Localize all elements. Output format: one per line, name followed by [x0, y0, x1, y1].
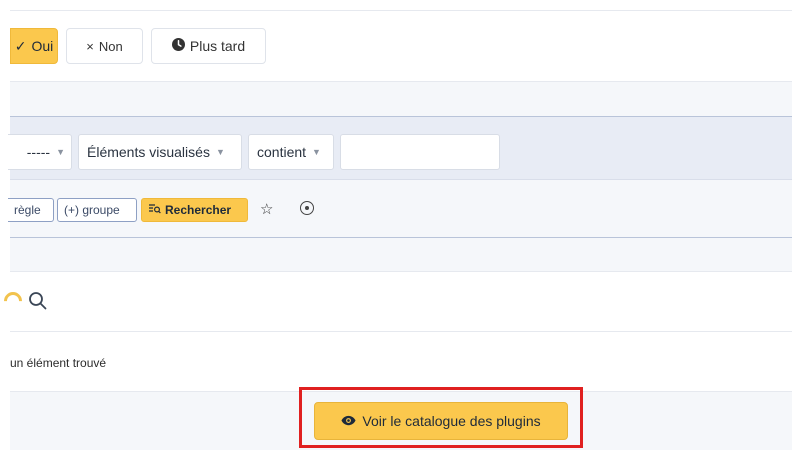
add-group-button[interactable]: (+) groupe [57, 198, 137, 222]
validation-bar: ✓ Oui × Non Plus tard [10, 10, 792, 82]
search-actions-bar: règle (+) groupe Rechercher ☆ [8, 180, 792, 238]
no-button[interactable]: × Non [66, 28, 143, 64]
field-select-value: Éléments visualisés [87, 144, 210, 160]
spacer [10, 82, 792, 116]
no-label: Non [98, 38, 123, 54]
later-button[interactable]: Plus tard [151, 28, 266, 64]
caret-down-icon: ▼ [56, 147, 65, 157]
view-plugin-catalog-button[interactable]: Voir le catalogue des plugins [314, 402, 568, 440]
yes-button[interactable]: ✓ Oui [10, 28, 58, 64]
field-select[interactable]: Éléments visualisés ▼ [78, 134, 242, 170]
search-icon[interactable] [28, 290, 48, 312]
caret-down-icon: ▼ [312, 147, 321, 157]
results-toolbar [0, 272, 792, 332]
clock-icon [171, 38, 185, 54]
search-list-icon [148, 203, 161, 218]
search-button[interactable]: Rechercher [141, 198, 248, 222]
results-count-row: un élément trouvé [10, 332, 792, 392]
caret-down-icon: ▼ [215, 147, 225, 157]
reset-target-icon[interactable] [300, 201, 314, 215]
search-button-label: Rechercher [165, 203, 232, 217]
results-count: un élément trouvé [10, 356, 107, 370]
logic-select[interactable]: ----- ▼ [8, 134, 72, 170]
yes-label: Oui [31, 38, 54, 54]
add-rule-button[interactable]: règle [8, 198, 54, 222]
view-plugin-catalog-label: Voir le catalogue des plugins [362, 413, 541, 429]
logic-select-value: ----- [26, 144, 51, 160]
eye-icon [341, 413, 356, 429]
search-value-input[interactable] [340, 134, 500, 170]
check-icon: ✓ [14, 37, 27, 54]
spacer [10, 238, 792, 272]
operator-select-value: contient [257, 144, 307, 160]
add-group-label: (+) groupe [64, 203, 120, 217]
later-label: Plus tard [189, 38, 246, 54]
footer-bar: Voir le catalogue des plugins [10, 392, 792, 450]
star-icon[interactable]: ☆ [260, 200, 273, 218]
loading-spinner-icon [0, 288, 26, 314]
search-criteria-bar: ----- ▼ Éléments visualisés ▼ contient ▼ [8, 116, 792, 180]
add-rule-label: règle [14, 203, 41, 217]
close-icon: × [86, 38, 94, 54]
operator-select[interactable]: contient ▼ [248, 134, 334, 170]
